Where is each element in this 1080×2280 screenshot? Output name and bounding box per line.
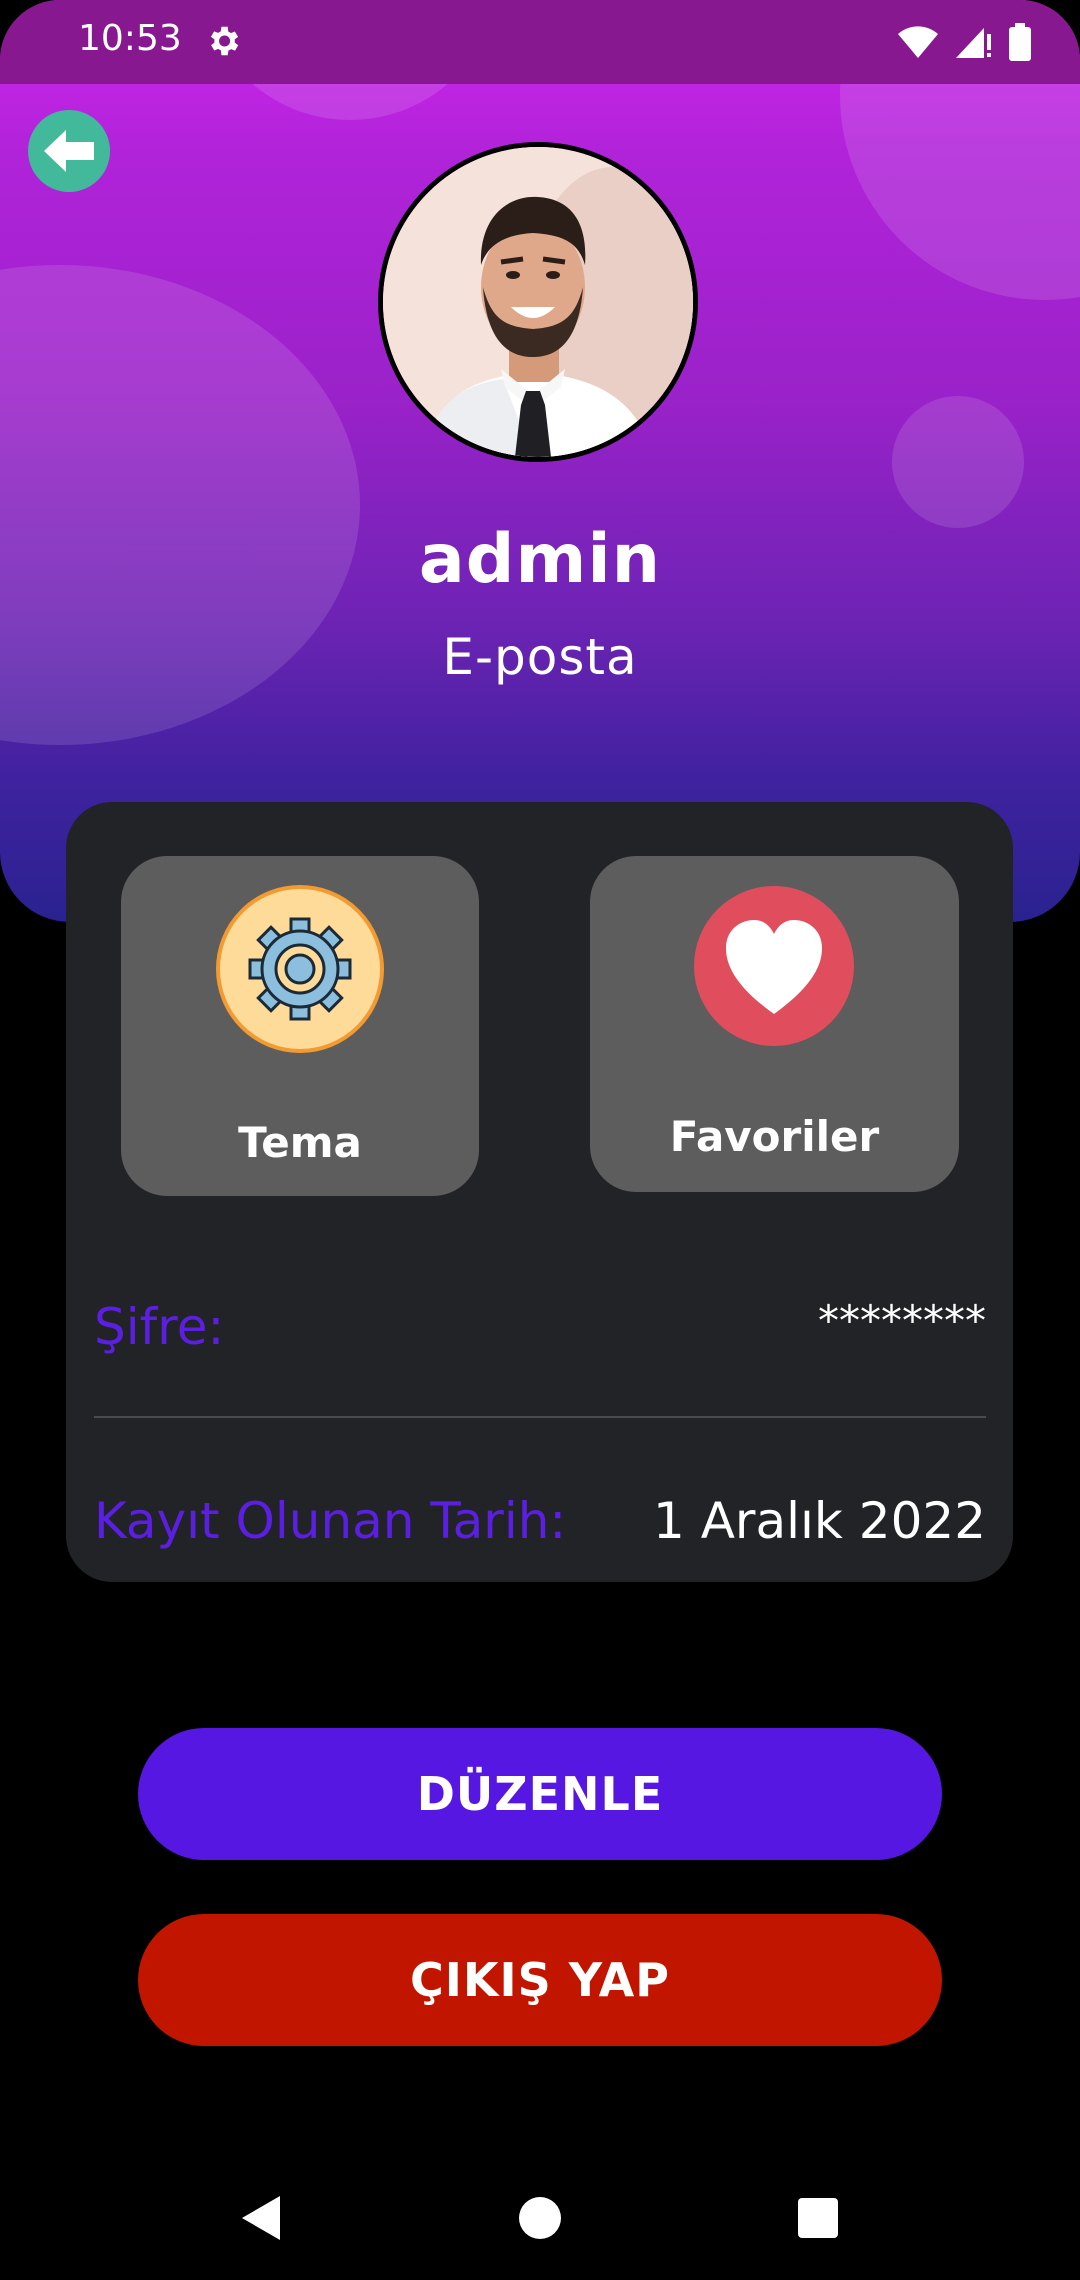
favorites-tile[interactable]: Favoriler [590, 856, 959, 1192]
registration-date-label: Kayıt Olunan Tarih: [94, 1492, 567, 1550]
edit-button[interactable]: DÜZENLE [138, 1728, 942, 1860]
status-icons [896, 22, 1032, 62]
status-bar: 10:53 [0, 0, 1080, 84]
avatar [378, 142, 698, 462]
wifi-icon [898, 26, 938, 58]
username: admin [418, 520, 662, 599]
password-label: Şifre: [94, 1298, 225, 1356]
logout-button[interactable]: ÇIKIŞ YAP [138, 1914, 942, 2046]
gear-icon [216, 885, 384, 1053]
battery-icon [1009, 23, 1031, 61]
back-button[interactable] [28, 110, 110, 192]
heart-icon [694, 886, 854, 1046]
divider [94, 1416, 986, 1418]
status-time: 10:53 [78, 18, 182, 59]
gear-icon [210, 26, 239, 56]
theme-tile[interactable]: Tema [121, 856, 479, 1196]
profile-photo [383, 147, 693, 457]
home-nav-icon[interactable] [510, 2188, 570, 2248]
recents-nav-icon[interactable] [788, 2188, 848, 2248]
signal-icon [956, 28, 991, 58]
password-value: ******** [818, 1296, 986, 1345]
back-nav-icon[interactable] [232, 2188, 292, 2248]
favorites-tile-label: Favoriler [669, 1112, 880, 1161]
theme-tile-label: Tema [238, 1118, 362, 1167]
email-label: E-posta [442, 628, 638, 686]
registration-date-value: 1 Aralık 2022 [653, 1492, 986, 1550]
arrow-left-icon [44, 130, 94, 172]
decor-bubble [892, 396, 1024, 528]
profile-screen: 10:53 admin E-posta Tema Favoriler Şifre… [0, 0, 1080, 2280]
